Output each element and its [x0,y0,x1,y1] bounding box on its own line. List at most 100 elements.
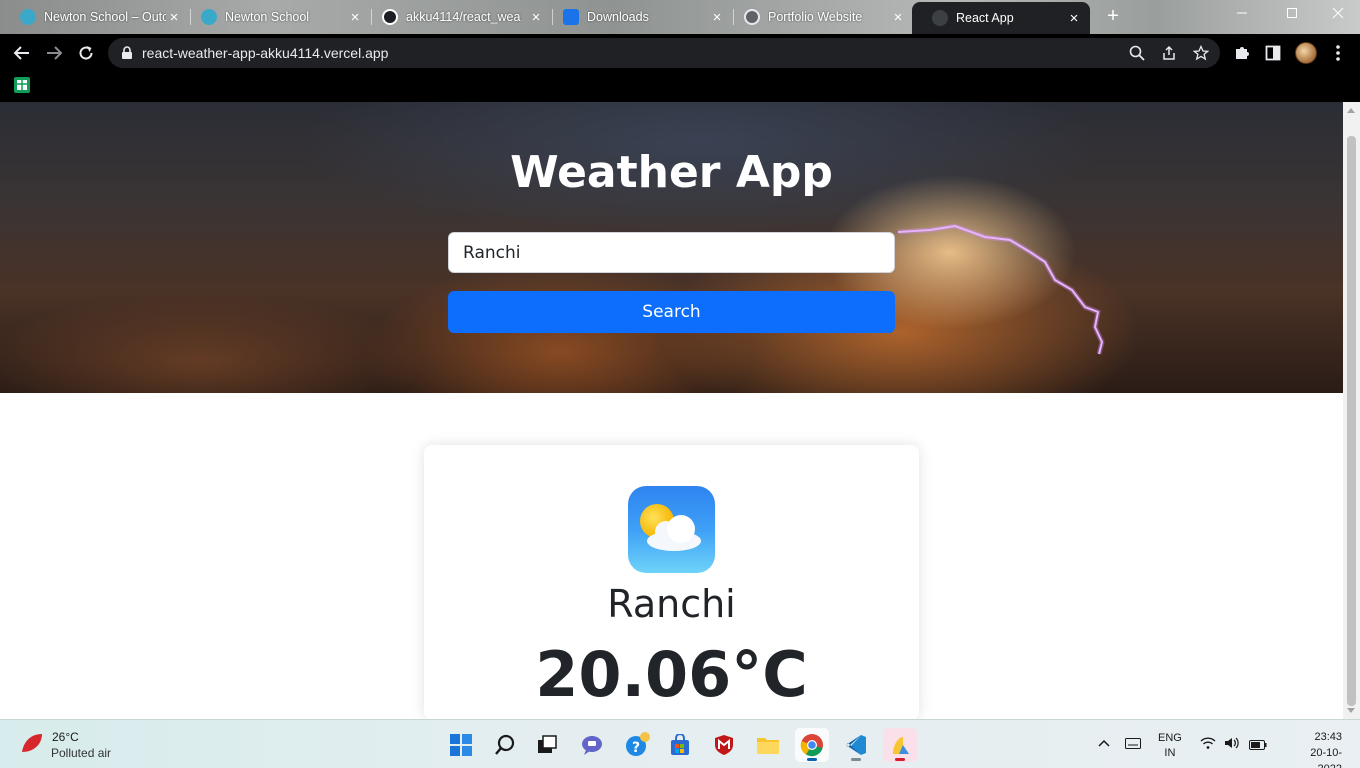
volume-icon[interactable] [1224,737,1240,752]
wifi-icon[interactable] [1200,737,1216,752]
profile-avatar[interactable] [1295,42,1317,64]
tab-newton-outcomes[interactable]: Newton School – Outc × [0,2,190,32]
tab-title: Newton School [225,10,310,24]
keyboard-icon[interactable] [1125,737,1141,752]
page-scrollbar[interactable] [1343,102,1360,719]
task-view-icon [538,735,557,753]
chevron-up-icon[interactable] [1098,735,1110,750]
close-icon[interactable]: × [709,9,725,26]
close-icon[interactable]: × [890,9,906,26]
share-icon[interactable] [1159,43,1179,63]
close-icon[interactable]: × [528,9,544,26]
photos-app-button[interactable] [883,728,917,762]
hero-banner: Weather App Search [0,102,1343,393]
star-icon[interactable] [1191,43,1211,63]
browser-toolbar: react-weather-app-akku4114.vercel.app [0,34,1360,72]
page-title: Weather App [510,147,833,198]
windows-taskbar: 26°C Polluted air ? ENG IN 23:43 20-10- [0,719,1360,768]
region-code: IN [1164,747,1176,759]
tab-title: Downloads [587,10,649,24]
url-text: react-weather-app-akku4114.vercel.app [142,45,389,61]
newton-icon [20,9,36,25]
system-clock[interactable]: 23:43 20-10-2022 [1300,729,1342,768]
scrollbar-thumb[interactable] [1347,136,1356,706]
store-icon [671,734,689,755]
puzzle-icon [1236,47,1249,59]
react-icon [932,10,948,26]
bookmarks-bar [0,72,1360,102]
close-icon[interactable]: × [347,9,363,26]
forward-button[interactable] [41,40,67,66]
lock-icon [112,46,142,60]
maximize-icon [1287,8,1297,18]
side-panel-button[interactable] [1260,40,1286,66]
store-app-button[interactable] [663,728,697,762]
svg-text:?: ? [632,740,640,756]
scroll-down-icon[interactable] [1347,708,1355,713]
menu-button[interactable] [1325,40,1351,66]
tab-strip: Newton School – Outc × Newton School × a… [0,0,1360,34]
minimize-icon [1237,12,1247,14]
chrome-app-button[interactable] [795,728,829,762]
help-app-button[interactable]: ? [620,728,654,762]
weather-card: Ranchi 20.06°C [424,445,919,719]
address-bar[interactable]: react-weather-app-akku4114.vercel.app [108,38,1220,68]
reload-icon [79,46,93,60]
clock-time: 23:43 [1314,731,1342,743]
tab-title: React App [956,11,1014,25]
weather-temp: 26°C [52,730,79,744]
start-button[interactable] [444,728,478,762]
arrow-right-icon [47,46,63,60]
tab-title: akku4114/react_wea [406,10,521,24]
search-button[interactable]: Search [448,291,895,333]
weather-widget[interactable] [20,732,44,754]
vscode-icon [846,735,866,755]
mcafee-app-button[interactable] [707,728,741,762]
new-tab-button[interactable]: + [1103,5,1123,28]
tab-portfolio[interactable]: Portfolio Website × [724,2,914,32]
tab-downloads[interactable]: Downloads × [543,2,733,32]
battery-icon[interactable] [1249,738,1267,753]
minimize-button[interactable] [1232,6,1252,22]
task-view-button[interactable] [530,728,564,762]
scroll-up-icon[interactable] [1347,108,1355,113]
temperature-value: 20.06°C [535,638,808,711]
tab-github[interactable]: akku4114/react_wea × [362,2,552,32]
mcafee-shield-icon [715,735,733,755]
chat-app-button[interactable] [575,728,609,762]
window-close-button[interactable] [1328,6,1348,22]
windows-start-icon [450,734,472,756]
extensions-button[interactable] [1229,40,1255,66]
clock-date: 20-10-2022 [1310,747,1342,768]
file-explorer-button[interactable] [751,728,785,762]
github-icon [382,9,398,25]
partly-cloudy-icon [628,486,715,573]
zoom-icon[interactable] [1127,43,1147,63]
leaf-icon [22,734,42,752]
maximize-button[interactable] [1282,6,1302,22]
lang-code: ENG [1158,732,1182,744]
reload-button[interactable] [73,40,99,66]
tab-newton-school[interactable]: Newton School × [181,2,371,32]
bookmark-sheets-icon[interactable] [14,77,30,93]
tab-title: Newton School – Outc [44,10,166,24]
globe-icon [744,9,760,25]
city-name: Ranchi [607,582,736,626]
language-indicator[interactable]: ENG IN [1158,731,1182,761]
back-button[interactable] [9,40,35,66]
tab-title: Portfolio Website [768,10,863,24]
tab-react-app[interactable]: React App × [912,2,1090,34]
weather-condition: Polluted air [51,746,112,760]
city-search-input[interactable] [448,232,895,273]
close-icon[interactable]: × [166,9,182,26]
vscode-app-button[interactable] [839,728,873,762]
folder-icon [757,738,779,754]
photos-icon [893,737,909,754]
download-icon [563,9,579,25]
search-icon [495,734,515,755]
page-viewport: Weather App Search Ranchi 20.06°C [0,102,1343,719]
close-icon[interactable]: × [1066,10,1082,27]
help-icon: ? [626,732,650,756]
search-taskbar-button[interactable] [488,728,522,762]
more-vertical-icon [1336,45,1340,61]
